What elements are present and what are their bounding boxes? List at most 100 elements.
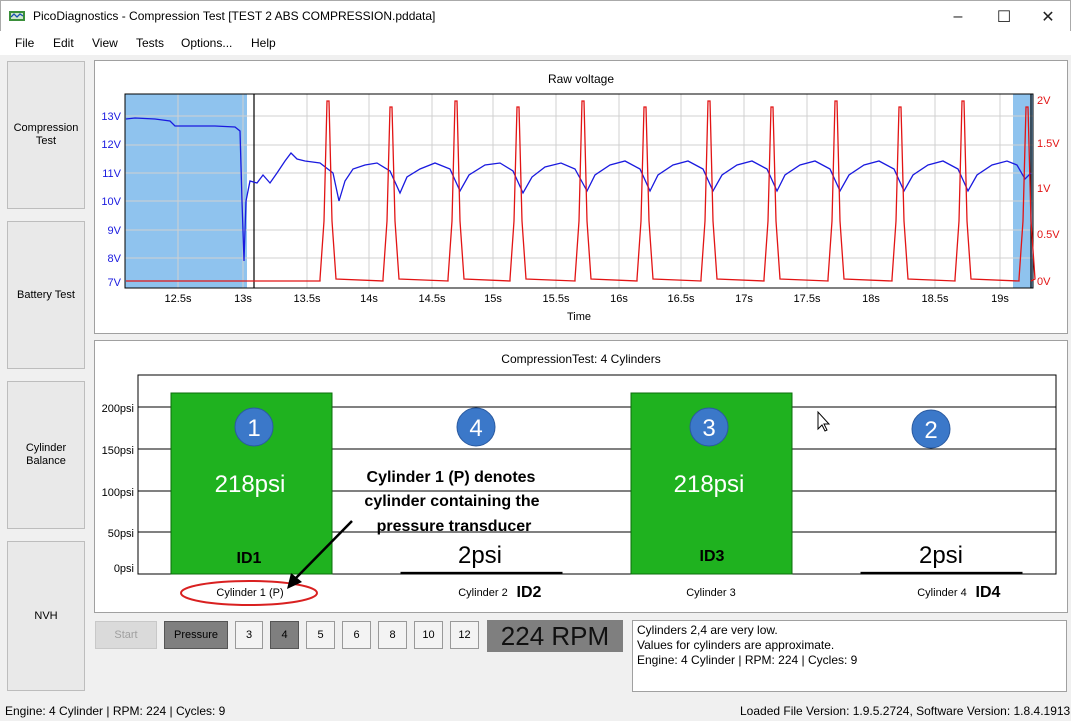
close-button[interactable]: ✕ — [1025, 1, 1071, 32]
cylinder-label: Cylinder 3 — [686, 587, 736, 599]
x-tick-label: 18s — [862, 293, 880, 305]
compression-panel: CompressionTest: 4 Cylinders 200psi 150p… — [94, 340, 1068, 613]
status-right: Loaded File Version: 1.9.5.2724, Softwar… — [740, 704, 1071, 718]
y-tick: 50psi — [108, 528, 134, 540]
battery-test-button[interactable]: Battery Test — [7, 221, 85, 369]
x-tick-label: 18.5s — [922, 293, 949, 305]
badge-cylinder-4: 2 — [911, 409, 951, 449]
annotation-line: cylinder containing the — [364, 493, 539, 510]
cylinder-balance-button[interactable]: Cylinder Balance — [7, 381, 85, 529]
x-tick-label: 19s — [991, 293, 1009, 305]
pico-app-icon — [9, 11, 25, 21]
cylinder-id-label: ID2 — [517, 584, 542, 601]
bar-id-label: ID3 — [700, 548, 725, 565]
x-tick-label: 12.5s — [165, 293, 192, 305]
cylinders-4-button[interactable]: 4 — [270, 621, 299, 649]
message-box: Cylinders 2,4 are very low. Values for c… — [632, 620, 1067, 692]
minimize-button[interactable]: – — [935, 1, 981, 32]
y-right-tick: 2V — [1037, 95, 1051, 107]
y-left-tick: 8V — [108, 253, 122, 265]
window-title: PicoDiagnostics - Compression Test [TEST… — [33, 9, 436, 23]
annotation-text: Cylinder 1 (P) denotes cylinder containi… — [364, 469, 539, 535]
bar-id-label: ID1 — [237, 550, 262, 567]
cylinder-label: Cylinder 1 (P) — [216, 587, 283, 599]
y-tick: 150psi — [102, 445, 134, 457]
message-line: Engine: 4 Cylinder | RPM: 224 | Cycles: … — [637, 653, 858, 667]
badge-cylinder-3: 3 — [689, 407, 729, 447]
cylinders-12-button[interactable]: 12 — [450, 621, 479, 649]
bar-value-label: 218psi — [674, 471, 745, 498]
menu-tests[interactable]: Tests — [136, 36, 164, 50]
badge-number: 4 — [469, 415, 482, 442]
badge-cylinder-1: 1 — [234, 407, 274, 447]
menu-edit[interactable]: Edit — [53, 36, 74, 50]
status-bar: Engine: 4 Cylinder | RPM: 224 | Cycles: … — [0, 701, 1071, 721]
cylinders-5-button[interactable]: 5 — [306, 621, 335, 649]
compression-test-button[interactable]: Compression Test — [7, 61, 85, 209]
raw-voltage-panel: Raw voltage 13V 12V 11V 10V 9V 8V 7V 2V … — [94, 60, 1068, 334]
badge-number: 2 — [924, 417, 937, 444]
bar-cylinder-4[interactable] — [860, 571, 1023, 575]
message-line: Values for cylinders are approximate. — [637, 638, 835, 652]
y-left-tick: 11V — [102, 168, 121, 180]
bar-cylinder-2[interactable] — [400, 571, 563, 575]
cylinder-label: Cylinder 2 — [458, 587, 508, 599]
menu-bar: File Edit View Tests Options... Help — [0, 31, 1071, 55]
y-right-tick: 0V — [1037, 276, 1051, 288]
bar-value-label: 2psi — [458, 542, 502, 569]
x-tick-label: 15s — [484, 293, 502, 305]
pressure-trace — [126, 100, 1036, 282]
y-tick: 0psi — [114, 563, 134, 575]
y-tick: 100psi — [102, 487, 134, 499]
cylinders-10-button[interactable]: 10 — [414, 621, 443, 649]
cylinders-3-button[interactable]: 3 — [235, 621, 263, 649]
cylinders-8-button[interactable]: 8 — [378, 621, 407, 649]
resize-grip-icon[interactable]: ⋰ — [1056, 706, 1066, 717]
y-left-tick: 10V — [101, 196, 121, 208]
raw-voltage-chart[interactable]: 13V 12V 11V 10V 9V 8V 7V 2V 1.5V 1V 0.5V… — [95, 61, 1067, 333]
menu-help[interactable]: Help — [251, 36, 276, 50]
badge-number: 1 — [247, 415, 260, 442]
message-line: Cylinders 2,4 are very low. — [637, 623, 778, 637]
menu-view[interactable]: View — [92, 36, 118, 50]
cylinder-label: Cylinder 4 — [917, 587, 967, 599]
x-tick-label: 17.5s — [794, 293, 821, 305]
y-left-tick: 12V — [101, 139, 121, 151]
x-tick-labels: 12.5s 13s 13.5s 14s 14.5s 15s 15.5s 16s 16.5s 17s… — [165, 293, 1010, 305]
y-left-tick: 7V — [108, 277, 122, 289]
x-tick-label: 17s — [735, 293, 753, 305]
compression-chart[interactable]: 200psi 150psi 100psi 50psi 0psi 1 4 3 2 … — [95, 341, 1067, 612]
x-axis-label: Time — [567, 311, 591, 323]
y-right-tick: 1.5V — [1037, 138, 1060, 150]
y-left-tick: 13V — [101, 111, 121, 123]
cylinders-6-button[interactable]: 6 — [342, 621, 371, 649]
menu-file[interactable]: File — [15, 36, 34, 50]
x-tick-label: 16s — [610, 293, 628, 305]
pressure-button[interactable]: Pressure — [164, 621, 228, 649]
y-left-tick: 9V — [108, 225, 122, 237]
badge-number: 3 — [702, 415, 715, 442]
x-tick-label: 15.5s — [543, 293, 570, 305]
menu-options[interactable]: Options... — [181, 36, 232, 50]
title-bar: PicoDiagnostics - Compression Test [TEST… — [0, 0, 1071, 31]
annotation-line: Cylinder 1 (P) denotes — [367, 469, 536, 486]
y-right-tick: 0.5V — [1037, 229, 1060, 241]
nvh-button[interactable]: NVH — [7, 541, 85, 691]
maximize-button[interactable]: ☐ — [981, 1, 1027, 32]
x-tick-label: 14s — [360, 293, 378, 305]
rpm-display: 224 RPM — [487, 620, 623, 652]
x-tick-label: 13.5s — [294, 293, 321, 305]
badge-cylinder-2: 4 — [456, 407, 496, 447]
x-tick-label: 14.5s — [419, 293, 446, 305]
y-tick: 200psi — [102, 403, 134, 415]
annotation-line: pressure transducer — [377, 518, 532, 535]
x-tick-label: 13s — [234, 293, 252, 305]
start-button[interactable]: Start — [95, 621, 157, 649]
y-right-tick: 1V — [1037, 183, 1051, 195]
bar-value-label: 218psi — [215, 471, 286, 498]
x-tick-label: 16.5s — [668, 293, 695, 305]
cylinder-id-label: ID4 — [976, 584, 1001, 601]
status-left: Engine: 4 Cylinder | RPM: 224 | Cycles: … — [5, 704, 226, 718]
bar-value-label: 2psi — [919, 542, 963, 569]
selection-region-left[interactable] — [125, 94, 247, 288]
